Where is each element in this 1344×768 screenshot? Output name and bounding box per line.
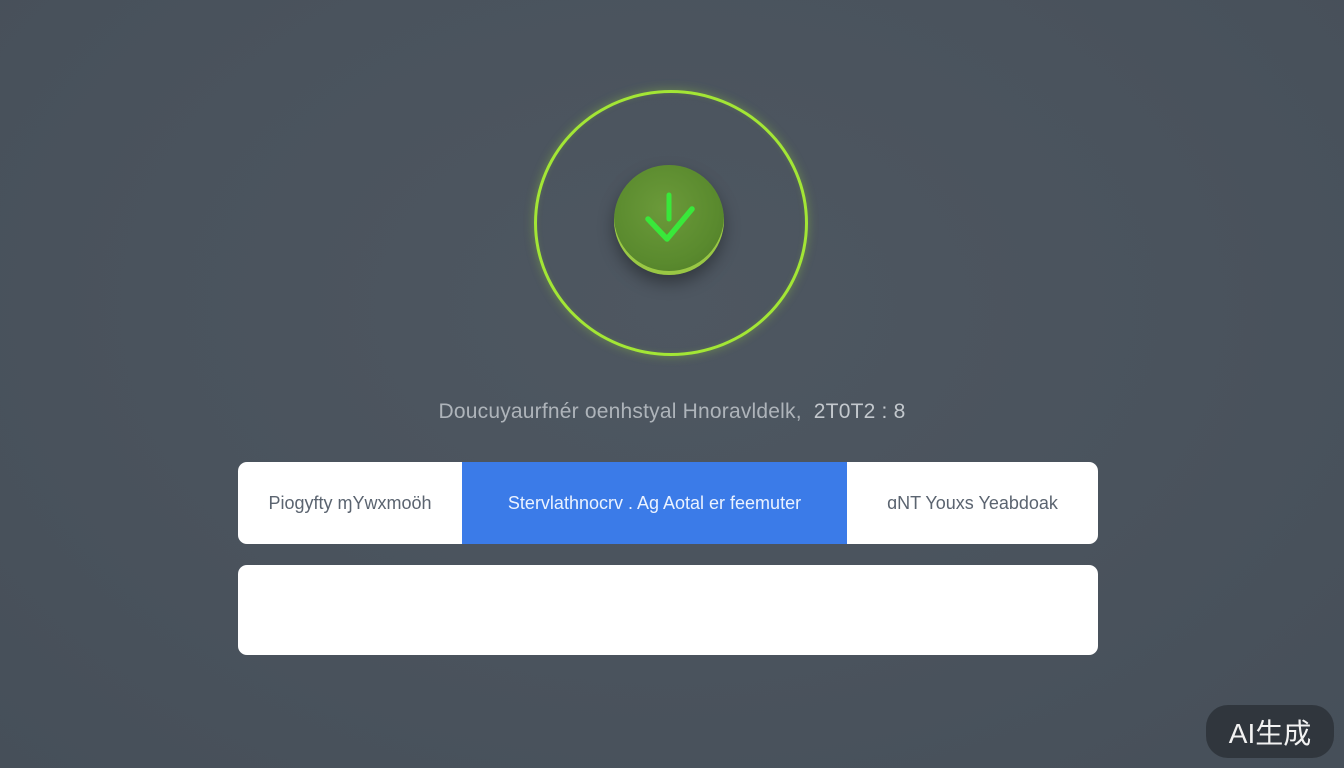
segmented-tabs: Piogyfty ɱYwxmoöh Stervlathnocrv . Ag Ao… (238, 462, 1098, 544)
watermark-badge: AI生成 (1206, 705, 1334, 758)
tab-third[interactable]: ɑNT Youxs Yeabdoak (847, 462, 1098, 544)
status-number: 2T0T2 : 8 (813, 400, 906, 423)
content-panel (238, 565, 1098, 655)
tab-second-active[interactable]: Stervlathnocrv . Ag Aotal er feemuter (462, 462, 847, 544)
status-text: Doucuyaurfnér oenhstyal Hnoravldelk, 2T0… (0, 400, 1344, 424)
tab-first[interactable]: Piogyfty ɱYwxmoöh (238, 462, 462, 544)
download-check-icon (645, 192, 695, 242)
status-message: Doucuyaurfnér oenhstyal Hnoravldelk, (438, 400, 802, 423)
download-status-button[interactable] (614, 165, 724, 275)
